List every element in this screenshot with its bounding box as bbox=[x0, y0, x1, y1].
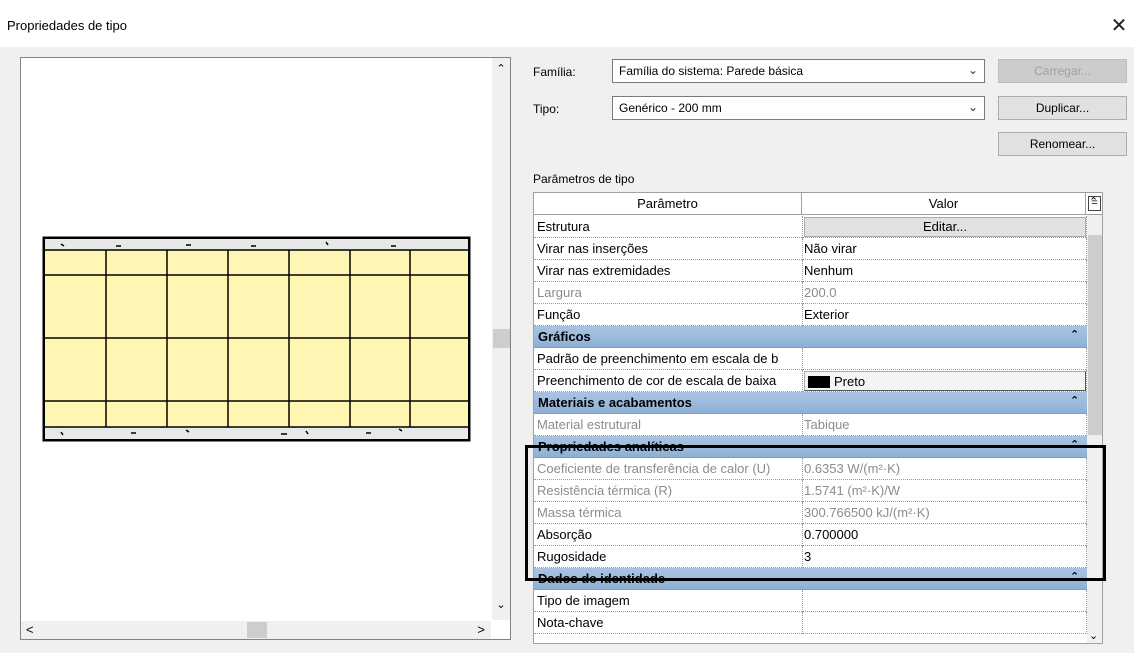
table-row[interactable]: Padrão de preenchimento em escala de b bbox=[534, 348, 1102, 370]
preview-horizontal-scrollbar[interactable]: < > bbox=[21, 621, 491, 639]
wall-preview-canvas bbox=[21, 58, 491, 620]
group-title: Gráficos bbox=[538, 329, 591, 344]
wall-bottom-finish bbox=[45, 427, 468, 439]
preview-pane: ⌃ ⌄ < > bbox=[20, 57, 511, 640]
wall-section-drawing bbox=[42, 236, 471, 442]
color-picker-button[interactable]: Preto bbox=[804, 371, 1086, 391]
dialog-title: Propriedades de tipo bbox=[7, 18, 127, 33]
param-value[interactable]: Nenhum bbox=[804, 263, 1086, 278]
param-name: Virar nas inserções bbox=[537, 241, 649, 256]
scroll-thumb[interactable] bbox=[247, 622, 267, 638]
param-name: Função bbox=[537, 307, 581, 322]
type-parameters-title: Parâmetros de tipo bbox=[533, 172, 635, 186]
scroll-thumb[interactable] bbox=[1088, 235, 1102, 435]
scroll-left-icon[interactable]: < bbox=[26, 622, 34, 637]
group-header-materials[interactable]: Materiais e acabamentos ⌃ bbox=[534, 392, 1087, 414]
edit-structure-button[interactable]: Editar... bbox=[804, 217, 1086, 237]
table-row[interactable]: Estrutura Editar... bbox=[534, 216, 1102, 238]
rename-button[interactable]: Renomear... bbox=[998, 132, 1127, 156]
table-row: Largura 200.0 bbox=[534, 282, 1102, 304]
param-value[interactable]: Exterior bbox=[804, 307, 1086, 322]
table-row: Material estrutural Tabique bbox=[534, 414, 1102, 436]
scroll-down-icon[interactable]: ⌄ bbox=[1089, 629, 1098, 642]
table-row[interactable]: Virar nas extremidades Nenhum bbox=[534, 260, 1102, 282]
analytical-properties-highlight bbox=[525, 445, 1106, 581]
chevron-down-icon: ⌄ bbox=[967, 100, 978, 114]
scroll-right-icon[interactable]: > bbox=[477, 622, 485, 637]
wall-top-finish bbox=[45, 239, 468, 250]
param-name: Virar nas extremidades bbox=[537, 263, 671, 278]
table-header: Parâmetro Valor = bbox=[534, 193, 1102, 215]
title-bar: Propriedades de tipo ✕ bbox=[0, 0, 1134, 48]
param-name: Padrão de preenchimento em escala de b bbox=[537, 351, 779, 366]
family-label: Família: bbox=[533, 65, 576, 79]
table-row[interactable]: Tipo de imagem bbox=[534, 590, 1102, 612]
scroll-thumb[interactable] bbox=[493, 329, 510, 348]
collapse-icon[interactable]: ⌃ bbox=[1070, 328, 1079, 341]
param-value: 200.0 bbox=[804, 285, 837, 300]
scroll-down-icon[interactable]: ⌄ bbox=[492, 598, 510, 616]
chevron-down-icon: ⌄ bbox=[967, 63, 978, 77]
table-row[interactable]: Nota-chave bbox=[534, 612, 1102, 634]
param-value[interactable]: Não virar bbox=[804, 241, 1086, 256]
family-select[interactable]: Família do sistema: Parede básica ⌄ bbox=[612, 59, 985, 83]
preview-vertical-scrollbar[interactable]: ⌃ ⌄ bbox=[492, 58, 510, 620]
table-row[interactable]: Virar nas inserções Não virar bbox=[534, 238, 1102, 260]
param-name: Largura bbox=[537, 285, 582, 300]
type-value: Genérico - 200 mm bbox=[619, 101, 722, 115]
param-name: Tipo de imagem bbox=[537, 593, 630, 608]
column-header-value[interactable]: Valor bbox=[802, 193, 1086, 215]
table-row[interactable]: Preenchimento de cor de escala de baixa … bbox=[534, 370, 1102, 392]
group-title: Materiais e acabamentos bbox=[538, 395, 692, 410]
column-header-parameter[interactable]: Parâmetro bbox=[534, 193, 802, 215]
scroll-up-icon[interactable]: ⌃ bbox=[492, 62, 510, 80]
param-name: Preenchimento de cor de escala de baixa bbox=[537, 373, 777, 388]
param-name: Estrutura bbox=[537, 219, 590, 234]
color-swatch bbox=[808, 376, 830, 388]
type-label: Tipo: bbox=[533, 102, 560, 116]
collapse-icon[interactable]: ⌃ bbox=[1070, 394, 1079, 407]
family-value: Família do sistema: Parede básica bbox=[619, 64, 804, 78]
close-icon[interactable]: ✕ bbox=[1104, 12, 1134, 40]
group-header-graphics[interactable]: Gráficos ⌃ bbox=[534, 326, 1087, 348]
load-button[interactable]: Carregar... bbox=[998, 59, 1127, 83]
scroll-up-icon[interactable]: ⌃ bbox=[1089, 195, 1098, 208]
type-select[interactable]: Genérico - 200 mm ⌄ bbox=[612, 96, 985, 120]
color-name: Preto bbox=[834, 374, 866, 389]
duplicate-button[interactable]: Duplicar... bbox=[998, 96, 1127, 120]
table-row[interactable]: Função Exterior bbox=[534, 304, 1102, 326]
param-name: Nota-chave bbox=[537, 615, 604, 630]
param-name: Material estrutural bbox=[537, 417, 642, 432]
param-value: Tabique bbox=[804, 417, 850, 432]
